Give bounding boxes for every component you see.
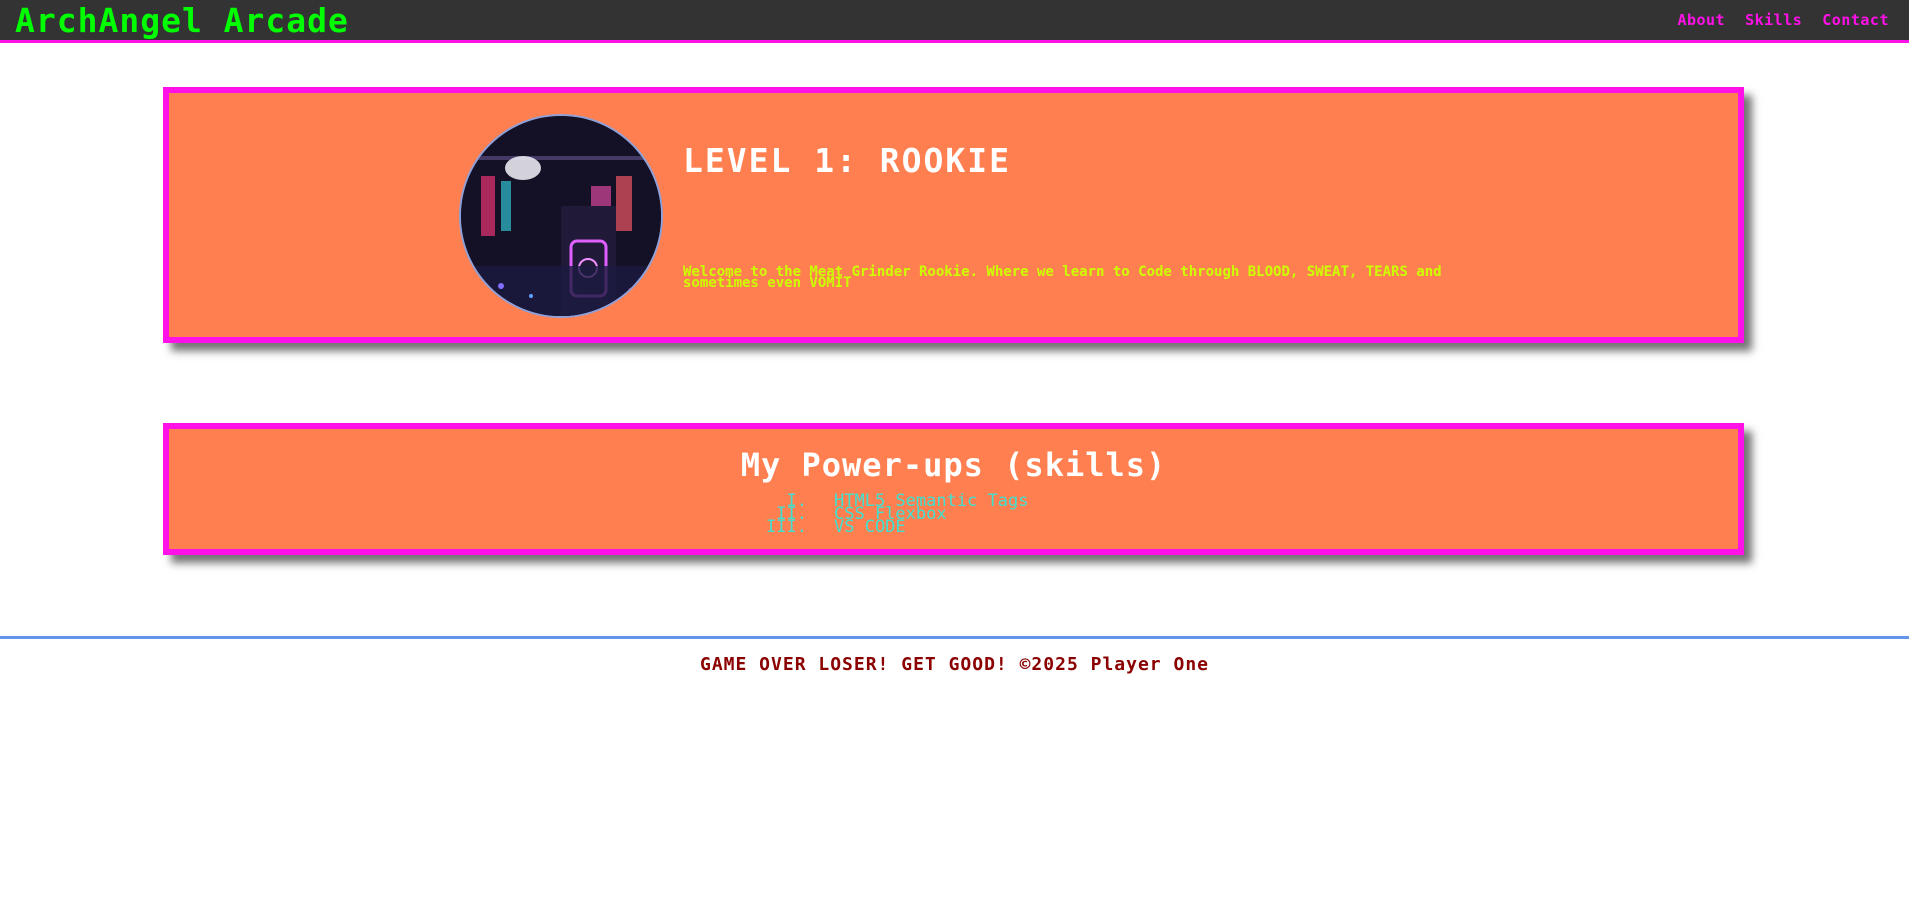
hero-welcome-text: Welcome to the Meat Grinder Rookie. Wher… xyxy=(683,264,1442,291)
brand-logo-link[interactable]: ArchAngel Arcade xyxy=(15,1,349,41)
hero-section: LEVEL 1: ROOKIE Welcome to the Meat Grin… xyxy=(163,87,1744,343)
skills-section: My Power-ups (skills) I. HTML5 Semantic … xyxy=(163,423,1744,555)
skills-list: I. HTML5 Semantic Tags II. CSS Flexbox I… xyxy=(169,493,1738,537)
main-nav: About Skills Contact xyxy=(1677,10,1889,30)
footer-divider xyxy=(0,636,1909,639)
nav-link-contact[interactable]: Contact xyxy=(1822,10,1889,30)
skill-label: VS CODE xyxy=(834,517,906,537)
nav-link-about[interactable]: About xyxy=(1677,10,1725,30)
hero-title: LEVEL 1: ROOKIE xyxy=(683,141,1012,180)
arcade-photo-avatar xyxy=(459,114,663,318)
footer-text: GAME OVER LOSER! GET GOOD! ©2025 Player … xyxy=(700,654,1209,675)
skill-item: I. HTML5 Semantic Tags xyxy=(169,493,1738,510)
skills-title: My Power-ups (skills) xyxy=(740,446,1167,484)
skill-number: III. xyxy=(766,517,807,537)
top-navbar: ArchAngel Arcade About Skills Contact xyxy=(0,0,1909,43)
arcade-photo-icon xyxy=(461,116,661,316)
skill-item: II. CSS Flexbox xyxy=(169,506,1738,523)
skill-item: III. VS CODE xyxy=(169,517,1738,537)
nav-link-skills[interactable]: Skills xyxy=(1745,10,1802,30)
